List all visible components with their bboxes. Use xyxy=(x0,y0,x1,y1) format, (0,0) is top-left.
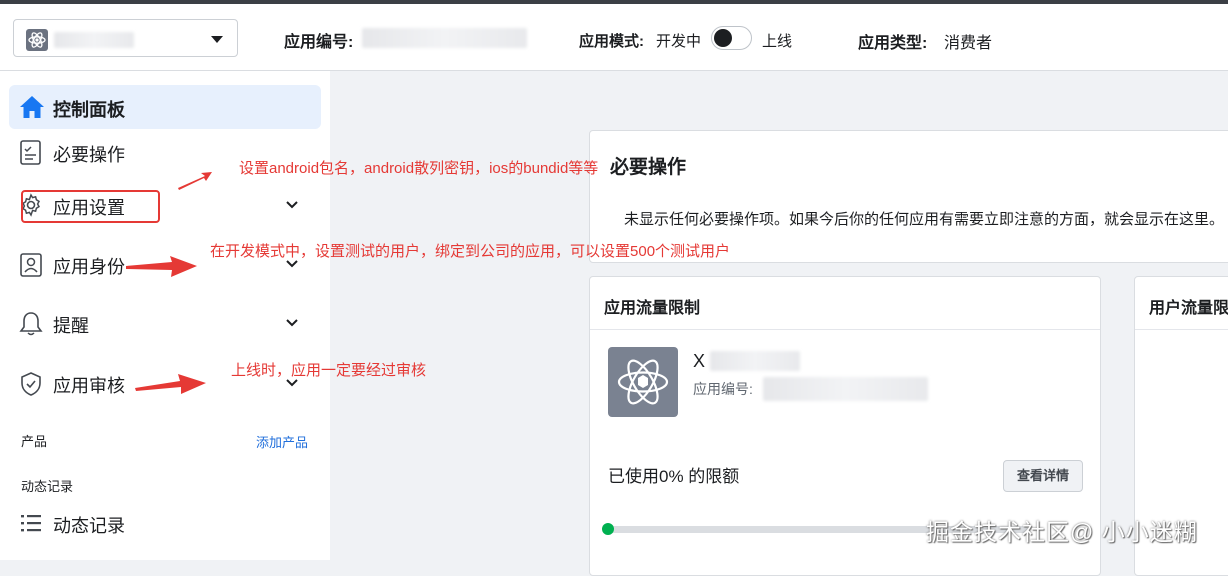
arrow-icon xyxy=(178,172,212,190)
watermark: 掘金技术社区@ 小小迷糊 xyxy=(926,519,1198,545)
annotation-arrows xyxy=(126,172,212,394)
arrow-icon xyxy=(135,374,206,394)
arrow-icon xyxy=(126,256,197,277)
